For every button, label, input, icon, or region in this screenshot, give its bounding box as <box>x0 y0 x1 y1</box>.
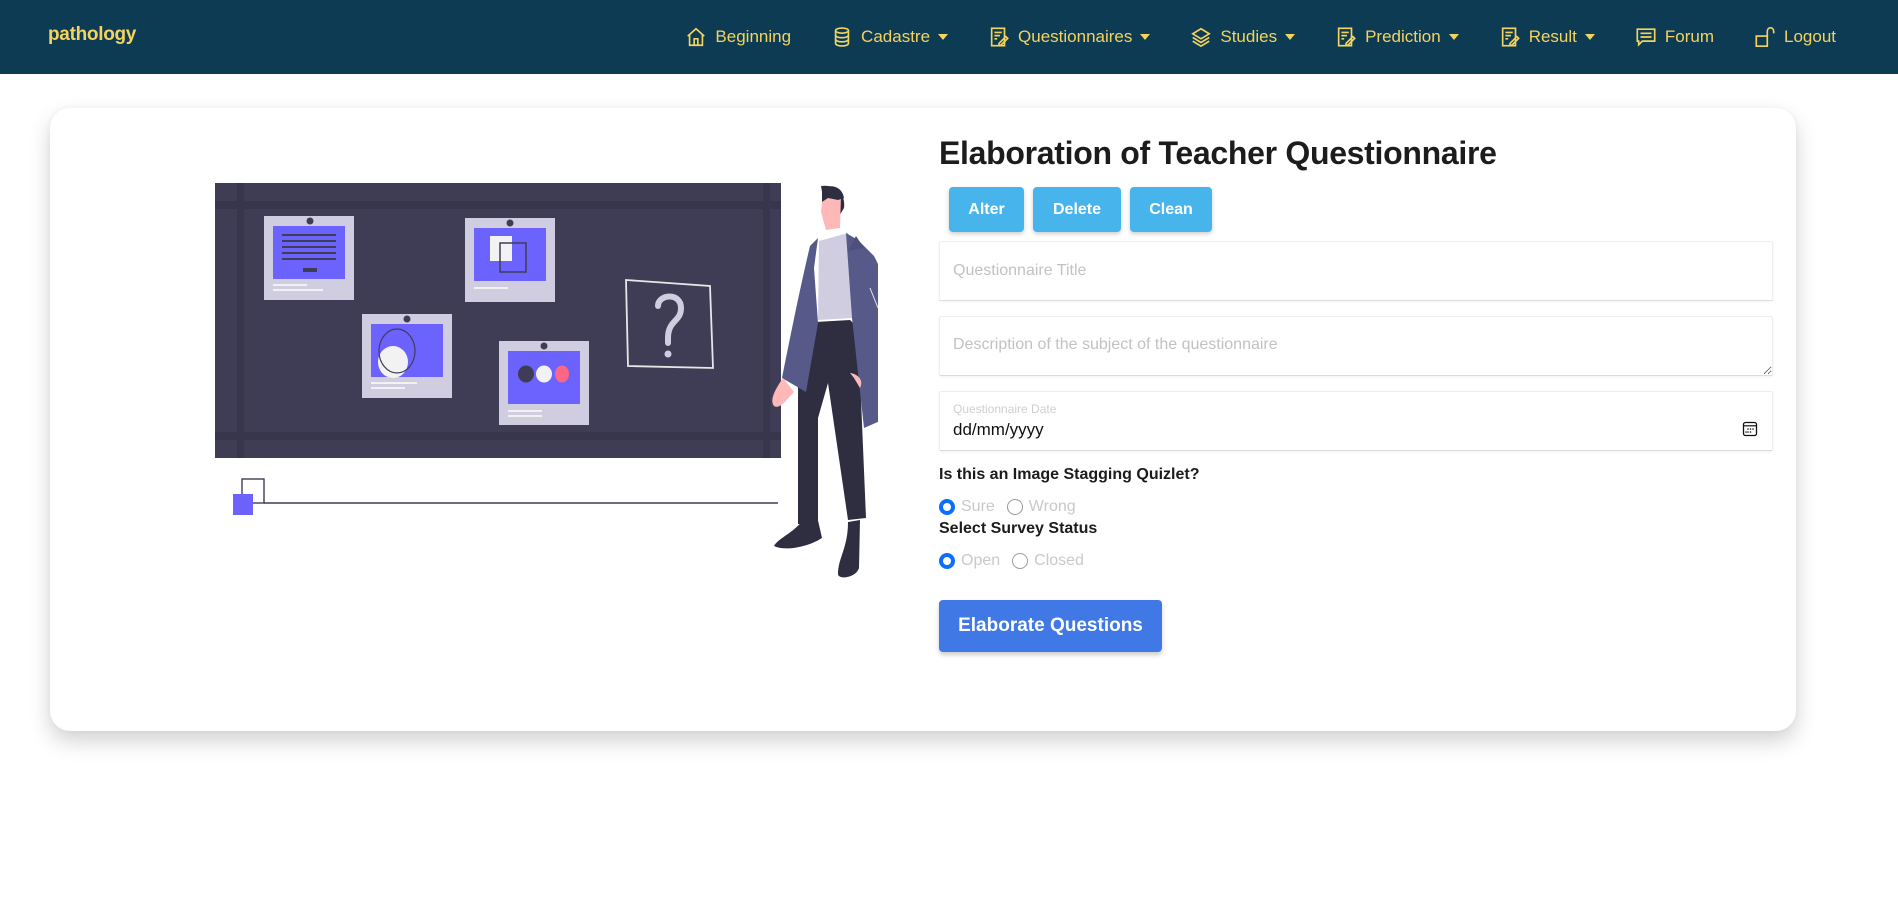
edit-document-icon <box>1499 26 1521 48</box>
nav-item-beginning[interactable]: Beginning <box>685 26 791 48</box>
layers-icon <box>1190 26 1212 48</box>
questionnaire-title-input[interactable] <box>939 241 1773 302</box>
nav-label: Result <box>1528 27 1577 46</box>
image-staging-radio-group: Sure Wrong <box>939 498 1773 516</box>
date-field-value[interactable]: dd/mm/yyyy <box>953 420 1044 440</box>
radio-open[interactable]: Open <box>939 552 1000 570</box>
survey-status-question: Select Survey Status <box>939 520 1098 538</box>
radio-unselected-icon[interactable] <box>1012 553 1029 570</box>
radio-selected-icon[interactable] <box>939 553 955 570</box>
caret-down-icon <box>1448 34 1459 40</box>
top-navbar: pathology Beginning Cadastre Questionnai… <box>0 0 1898 74</box>
caret-down-icon <box>1140 34 1151 40</box>
nav-item-studies[interactable]: Studies <box>1190 26 1296 48</box>
caret-down-icon <box>1285 34 1296 40</box>
nav-label: Studies <box>1220 27 1278 46</box>
unlock-icon <box>1754 26 1776 48</box>
delete-button[interactable]: Delete <box>1033 187 1121 233</box>
note-square-card <box>465 218 555 302</box>
radio-closed[interactable]: Closed <box>1012 552 1084 570</box>
nav-label: Questionnaires <box>1018 27 1133 46</box>
floor-line <box>233 478 778 515</box>
radio-sure[interactable]: Sure <box>939 498 995 516</box>
questionnaire-illustration <box>215 183 878 578</box>
home-icon <box>685 26 707 48</box>
calendar-icon[interactable] <box>1742 421 1758 437</box>
edit-document-icon <box>988 26 1010 48</box>
questionnaire-description-textarea[interactable] <box>939 316 1773 377</box>
nav-item-prediction[interactable]: Prediction <box>1335 26 1459 48</box>
database-icon <box>831 26 853 48</box>
brand-logo[interactable]: pathology <box>48 24 136 46</box>
date-field-label: Questionnaire Date <box>953 402 1057 417</box>
questionnaire-card: Elaboration of Teacher Questionnaire Alt… <box>50 108 1796 731</box>
edit-document-icon <box>1335 26 1357 48</box>
note-circle-card <box>362 314 452 398</box>
questionnaire-date-field[interactable]: Questionnaire Date dd/mm/yyyy <box>939 391 1773 452</box>
radio-unselected-icon[interactable] <box>1006 499 1023 516</box>
person-figure <box>772 185 878 578</box>
chat-icon <box>1635 26 1657 48</box>
note-dots-card <box>499 341 589 425</box>
nav-label: Forum <box>1664 27 1714 46</box>
nav-item-cadastre[interactable]: Cadastre <box>831 26 949 48</box>
radio-label: Open <box>961 552 1001 570</box>
radio-label: Closed <box>1034 552 1084 570</box>
radio-label: Wrong <box>1028 498 1076 516</box>
caret-down-icon <box>938 34 949 40</box>
nav-item-forum[interactable]: Forum <box>1635 26 1714 48</box>
nav-menu: Beginning Cadastre Questionnaires Studie… <box>685 0 1836 74</box>
survey-status-radio-group: Open Closed <box>939 552 1773 570</box>
nav-label: Prediction <box>1365 27 1441 46</box>
radio-wrong[interactable]: Wrong <box>1006 498 1076 516</box>
nav-label: Logout <box>1784 27 1836 46</box>
questionnaire-form: Elaboration of Teacher Questionnaire Alt… <box>939 130 1773 653</box>
alter-button[interactable]: Alter <box>949 187 1024 233</box>
nav-label: Cadastre <box>861 27 931 46</box>
nav-item-logout[interactable]: Logout <box>1754 26 1836 48</box>
form-actions: Alter Delete Clean <box>949 187 1773 233</box>
nav-item-questionnaires[interactable]: Questionnaires <box>988 26 1151 48</box>
caret-down-icon <box>1584 34 1595 40</box>
radio-label: Sure <box>961 498 995 516</box>
note-text-card <box>264 216 354 300</box>
image-staging-question: Is this an Image Stagging Quizlet? <box>939 466 1200 484</box>
nav-label: Beginning <box>715 27 792 46</box>
nav-item-result[interactable]: Result <box>1499 26 1595 48</box>
radio-selected-icon[interactable] <box>939 499 955 516</box>
clean-button[interactable]: Clean <box>1130 187 1212 233</box>
page-title: Elaboration of Teacher Questionnaire <box>939 135 1497 171</box>
elaborate-questions-button[interactable]: Elaborate Questions <box>939 600 1162 653</box>
